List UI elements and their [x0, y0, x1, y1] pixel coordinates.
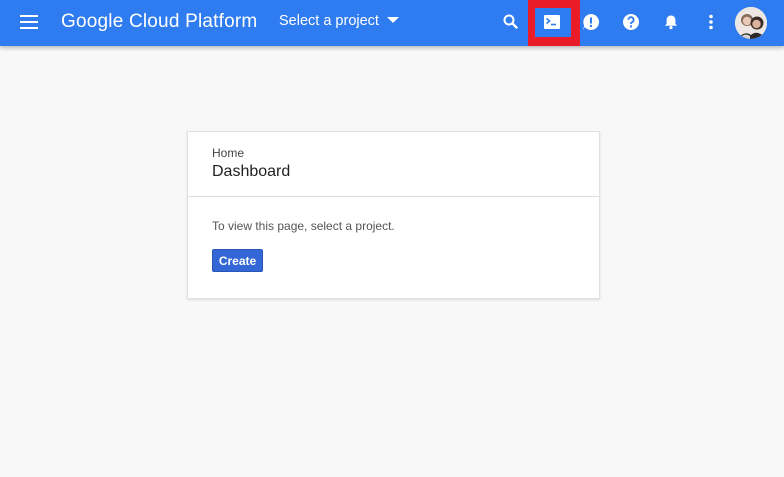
app-title[interactable]: Google Cloud Platform [61, 11, 257, 33]
page-title: Dashboard [212, 163, 291, 180]
top-app-bar: Google Cloud Platform Select a project [0, 0, 784, 46]
caret-down-icon [386, 17, 399, 23]
card-header: Home Dashboard [188, 132, 599, 197]
breadcrumb[interactable]: Home [212, 146, 244, 160]
avatar[interactable] [735, 7, 767, 39]
dashboard-card: Home Dashboard To view this page, select… [187, 131, 600, 299]
more-vert-icon[interactable] [700, 11, 722, 33]
project-selector[interactable]: Select a project [279, 13, 399, 29]
cloud-shell-button[interactable] [535, 8, 571, 37]
help-icon[interactable] [620, 11, 642, 33]
bell-icon[interactable] [660, 11, 682, 33]
project-selector-label: Select a project [279, 13, 379, 29]
terminal-icon [544, 15, 560, 29]
feedback-icon[interactable] [580, 11, 602, 33]
hamburger-menu-icon[interactable] [20, 14, 40, 30]
create-button[interactable]: Create [212, 249, 263, 272]
search-icon[interactable] [500, 11, 522, 33]
select-project-message: To view this page, select a project. [212, 219, 395, 233]
